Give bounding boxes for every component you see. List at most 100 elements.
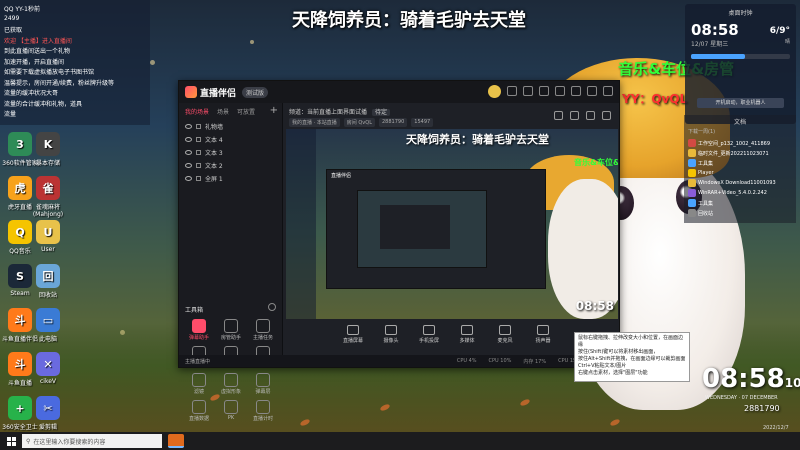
- app-titlebar[interactable]: 直播伴侣 测试版: [179, 81, 619, 103]
- scene-item[interactable]: 文本 4: [179, 133, 282, 146]
- clock-date: WEDNESDAY · 07 DECEMBER: [705, 395, 778, 401]
- tool-item[interactable]: 弹幕助手: [183, 319, 215, 341]
- desktop-icon[interactable]: ✂ 爱剪辑: [28, 396, 68, 431]
- search-icon: ⚲: [26, 437, 31, 445]
- maximize-icon[interactable]: [587, 86, 597, 96]
- close-icon[interactable]: [603, 86, 613, 96]
- tool-item[interactable]: 主播任务: [247, 319, 279, 341]
- tool-item[interactable]: 虚拟形象: [215, 373, 247, 395]
- bokeh-light: [250, 40, 254, 44]
- lock-icon[interactable]: [196, 150, 201, 155]
- minimize-icon[interactable]: [571, 86, 581, 96]
- file-row[interactable]: 工作空间_p132_1002_411869: [688, 139, 770, 147]
- channel-tag[interactable]: 待定: [371, 109, 390, 116]
- tool-item[interactable]: 滤镜: [183, 373, 215, 395]
- tool-item[interactable]: 房管助手: [215, 319, 247, 341]
- scene-item[interactable]: 全屏 1: [179, 172, 282, 185]
- nested-app-name: 直播伴侣: [331, 173, 352, 179]
- preview-title: 天降饲养员：骑着毛驴去天堂: [406, 133, 549, 146]
- settings-icon[interactable]: [539, 86, 549, 96]
- bokeh-light: [150, 60, 155, 65]
- file-name: WinRAR+Video_5.4.0.2.242: [698, 190, 767, 196]
- visibility-icon[interactable]: [185, 137, 192, 142]
- widget-button[interactable]: 开机启动，职业机器人: [697, 98, 784, 108]
- tool-item[interactable]: PK: [215, 400, 247, 422]
- windows-icon: [6, 436, 16, 446]
- message-icon[interactable]: [507, 86, 517, 96]
- desktop-icon-label: 回收站: [38, 292, 57, 299]
- chat-line: 欢迎 【主播】进入直播间: [4, 37, 72, 45]
- app-logo: 直播伴侣: [185, 86, 236, 99]
- lock-icon[interactable]: [570, 111, 579, 120]
- source-control[interactable]: 麦克风: [491, 325, 519, 344]
- clock-number: 2881790: [744, 404, 780, 413]
- tool-item[interactable]: 直播数据: [183, 400, 215, 422]
- file-row[interactable]: 工具集: [688, 159, 713, 167]
- chat-line: 如需要下载虚拟播放电子书图书馆: [4, 69, 95, 76]
- desktop-icon[interactable]: 回回收站: [28, 264, 68, 299]
- app-name: 直播伴侣: [200, 88, 237, 99]
- chat-line: 到此直播间送出一个礼物: [4, 48, 71, 55]
- desktop-icon[interactable]: ▭ 此电脑: [28, 308, 68, 343]
- toolbox-settings-icon[interactable]: [268, 303, 276, 311]
- lock-icon[interactable]: [196, 137, 201, 142]
- visibility-icon[interactable]: [185, 176, 192, 181]
- tool-item[interactable]: 弹幕层: [247, 373, 279, 395]
- source-control[interactable]: 摄像头: [377, 325, 405, 344]
- source-label: 摄像头: [383, 338, 399, 344]
- scene-item-label: 全屏 1: [205, 176, 223, 183]
- tool-item[interactable]: 直播计时: [247, 400, 279, 422]
- tooltip-line: 按住Alt+Shift并拖拽，在画面边缘可以裁剪画面: [578, 356, 686, 362]
- avatar[interactable]: [488, 85, 501, 98]
- taskbar-app-live-companion[interactable]: [168, 434, 184, 448]
- status-item: CPU 10%: [488, 358, 512, 364]
- room-info-pills: 我的直播 · 本站直播 房间 QvQL 2881790 15497: [289, 118, 434, 127]
- scene-item[interactable]: 礼物墙: [179, 120, 282, 133]
- scene-list: 礼物墙 文本 4 文本 3 文本 2 全屏 1: [179, 120, 282, 185]
- source-control[interactable]: 扬声器: [529, 325, 557, 344]
- file-icon: [688, 169, 696, 177]
- tool-label: 直播数据: [188, 416, 209, 422]
- live-companion-window[interactable]: 直播伴侣 测试版 我的场景 场景 可放置 + 礼物墙 文本 4 文本 3 文本 2 全屏 1…: [178, 80, 620, 422]
- visibility-icon[interactable]: [185, 124, 192, 129]
- desktop-icon[interactable]: U User: [28, 220, 68, 253]
- scene-item[interactable]: 文本 2: [179, 159, 282, 172]
- share-icon[interactable]: [602, 111, 611, 120]
- sound-icon[interactable]: [586, 111, 595, 120]
- scene-item[interactable]: 文本 3: [179, 146, 282, 159]
- lock-icon[interactable]: [196, 163, 201, 168]
- tab-1[interactable]: 场景: [217, 107, 229, 116]
- search-placeholder: 在这里输入你要搜索的内容: [33, 438, 106, 446]
- desktop-icon[interactable]: ✕ cikeV: [28, 352, 68, 385]
- gift-tool-icon[interactable]: [554, 111, 563, 120]
- visibility-icon[interactable]: [185, 150, 192, 155]
- taskbar-search[interactable]: ⚲ 在这里输入你要搜索的内容: [22, 434, 162, 448]
- source-control[interactable]: 多媒体: [453, 325, 481, 344]
- scene-item-label: 文本 2: [205, 163, 223, 170]
- file-row[interactable]: WinRAR+Video_5.4.0.2.242: [688, 189, 767, 197]
- gift-icon[interactable]: [523, 86, 533, 96]
- desktop-icon[interactable]: K 暴本存储: [28, 132, 68, 167]
- lock-icon[interactable]: [196, 176, 201, 181]
- clock-date-short: 2022/12/7: [763, 425, 789, 431]
- file-row[interactable]: 临时文件_更新202211023071: [688, 149, 769, 157]
- tab-0[interactable]: 我的场景: [185, 107, 209, 116]
- desktop-icon[interactable]: 雀雀魂麻将 (Mahjong): [28, 176, 68, 218]
- tab-2[interactable]: 可放置: [237, 107, 255, 116]
- add-scene-icon[interactable]: +: [270, 105, 278, 116]
- file-row[interactable]: 工具集: [688, 199, 713, 207]
- file-row[interactable]: WindowsX Download11001093: [688, 179, 776, 187]
- widget-label: 桌面时钟: [728, 10, 753, 17]
- source-control[interactable]: 直播屏幕: [339, 325, 367, 344]
- start-button[interactable]: [0, 432, 22, 450]
- file-name: 工具集: [698, 200, 714, 207]
- menu-icon[interactable]: [555, 86, 565, 96]
- source-icon: [537, 325, 549, 335]
- app-icon: ✕: [36, 352, 60, 376]
- file-row[interactable]: 回收站: [688, 209, 713, 217]
- file-row[interactable]: Player: [688, 169, 714, 177]
- lock-icon[interactable]: [196, 124, 201, 129]
- stream-preview[interactable]: 天降饲养员：骑着毛驴去天堂 音乐&车位&房管 直播伴侣 08:58: [286, 129, 618, 319]
- source-control[interactable]: 手机投屏: [415, 325, 443, 344]
- visibility-icon[interactable]: [185, 163, 192, 168]
